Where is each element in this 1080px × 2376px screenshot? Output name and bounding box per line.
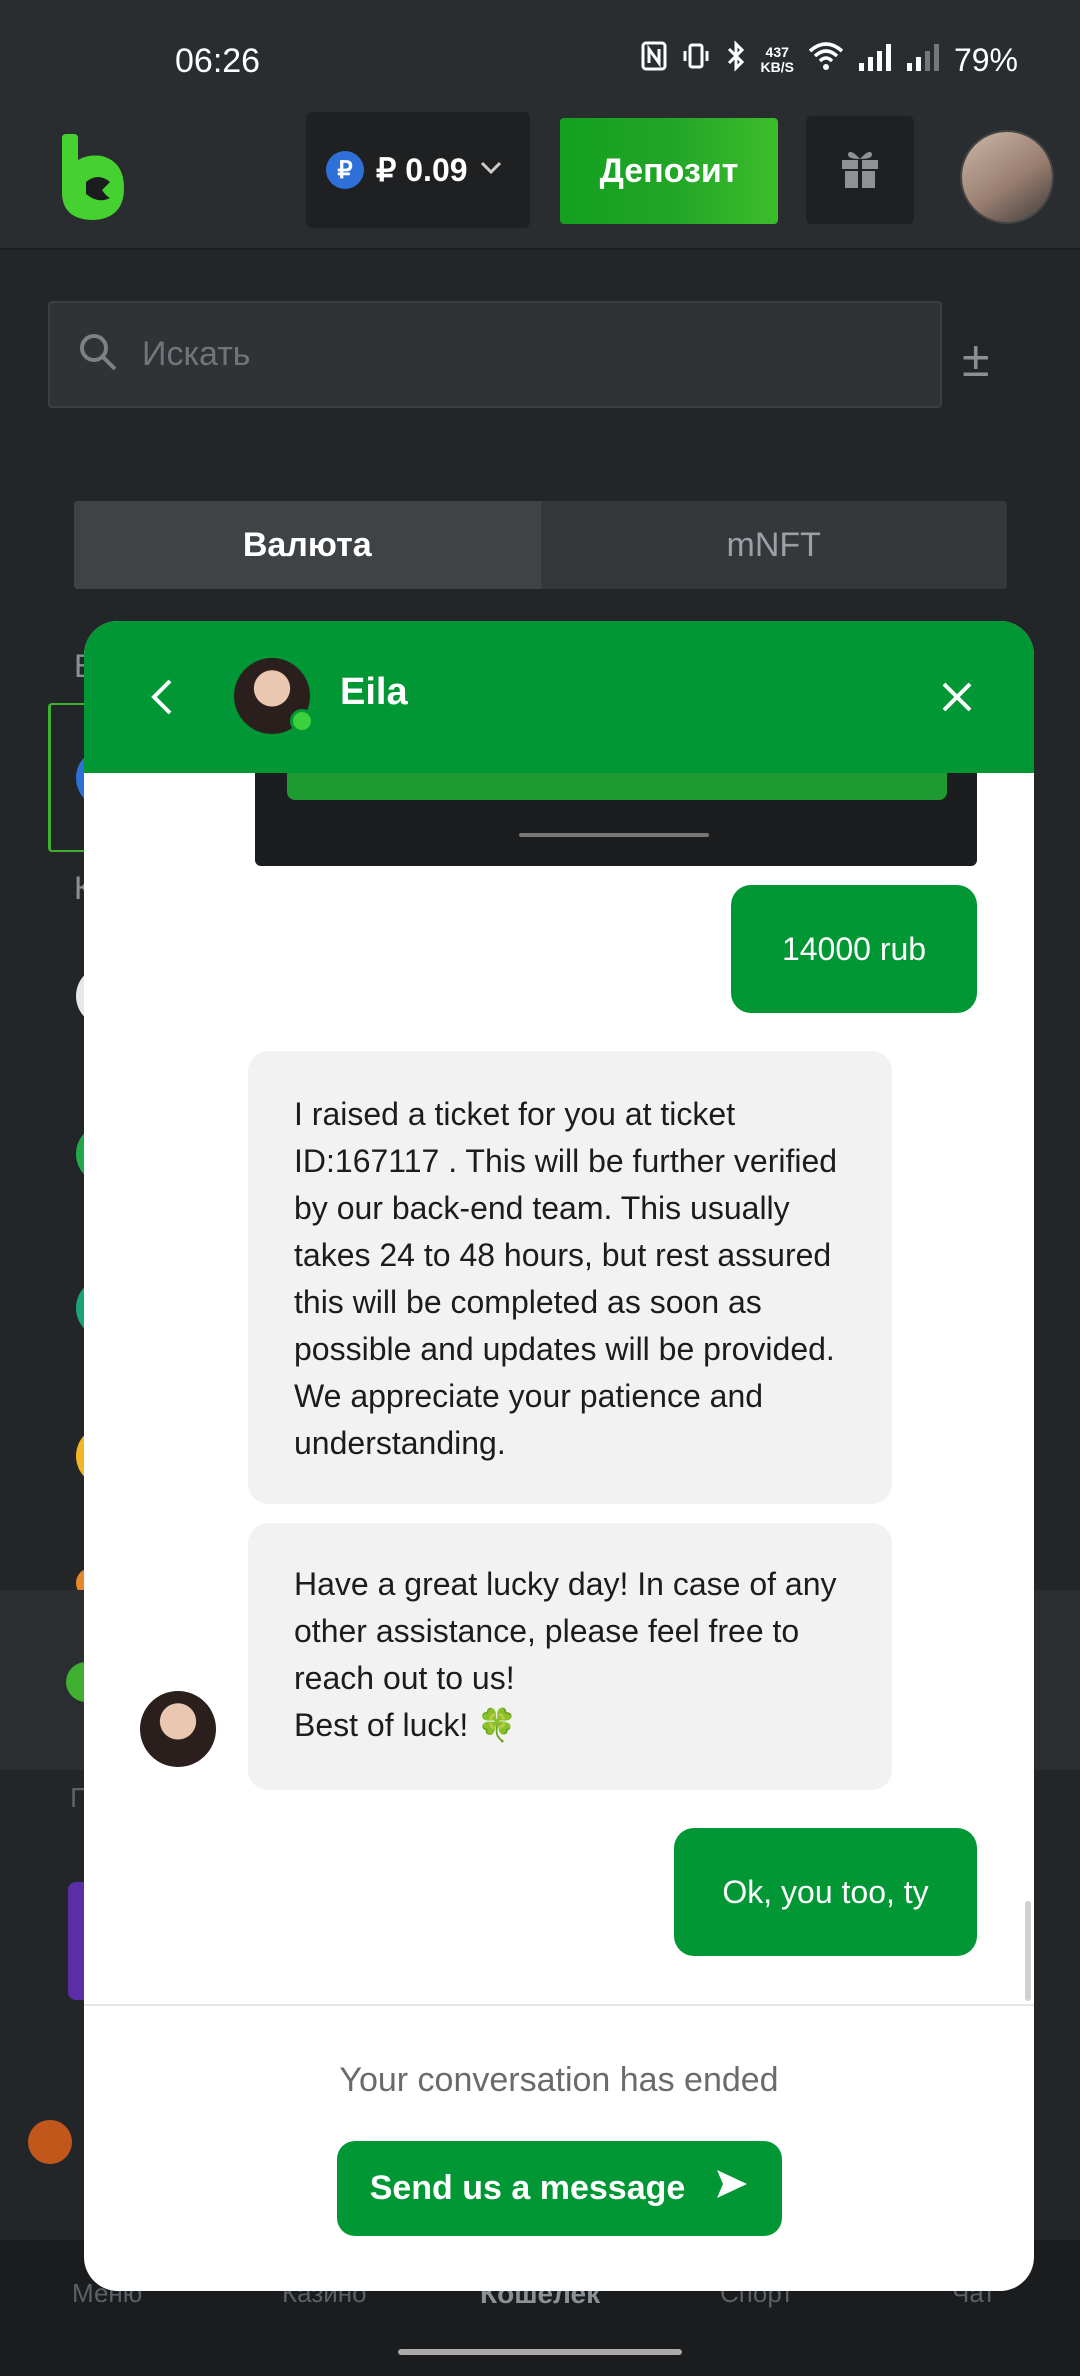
shared-screenshot-image[interactable] [255,773,977,866]
chat-widget: Eila 14000 rub I raised a ticket for you… [84,621,1034,2291]
user-avatar[interactable] [960,130,1054,224]
app-logo[interactable] [58,132,128,222]
divider [84,2004,1034,2006]
deposit-button[interactable]: Депозит [560,118,778,224]
ruble-coin-icon: ₽ [326,151,364,189]
signal-icon-1 [858,42,892,79]
wifi-icon [808,41,844,79]
chevron-down-icon [480,161,502,180]
agent-message: Have a great lucky day! In case of any o… [248,1523,892,1790]
user-message: 14000 rub [731,885,977,1013]
search-field[interactable]: Искать [48,301,942,408]
balance-selector[interactable]: ₽ ₽ 0.09 [306,112,530,228]
network-speed: 437 KB/S [760,44,794,75]
send-message-button[interactable]: Send us a message [337,2141,782,2236]
conversation-ended-text: Your conversation has ended [339,2061,779,2099]
chat-scrollbar[interactable] [1025,1901,1031,2001]
wallet-tabs: Валюта mNFT [74,501,1007,589]
vibrate-icon [681,41,711,79]
gift-icon [838,146,882,195]
back-icon[interactable] [146,677,176,722]
plus-minus-icon[interactable]: ± [962,330,989,388]
agent-avatar-small [140,1691,216,1767]
online-status-dot [290,709,314,733]
gift-button[interactable] [806,116,914,224]
agent-name: Eila [340,671,408,713]
bluetooth-icon [725,40,747,80]
signal-icon-2 [906,42,940,79]
home-indicator [398,2349,682,2355]
app-header [0,110,1080,250]
nfc-icon [641,41,667,79]
chat-header: Eila [84,621,1034,773]
close-icon[interactable] [939,679,975,720]
battery-level: 79% [953,41,1018,78]
agent-message: I raised a ticket for you at ticket ID:1… [248,1051,892,1504]
tab-currency[interactable]: Валюта [74,501,541,589]
status-time: 06:26 [175,42,261,80]
status-icons: 437 KB/S 79% [641,40,1018,80]
basketball-icon [28,2120,72,2164]
balance-amount: ₽ 0.09 [376,152,468,188]
status-bar: 06:26 437 KB/S 79% [0,0,1080,110]
search-icon [78,332,118,377]
user-message: Ok, you too, ty [674,1828,977,1956]
search-placeholder: Искать [142,335,251,373]
send-message-label: Send us a message [369,2169,686,2207]
send-icon [715,2168,749,2209]
tab-mnft[interactable]: mNFT [541,501,1008,589]
